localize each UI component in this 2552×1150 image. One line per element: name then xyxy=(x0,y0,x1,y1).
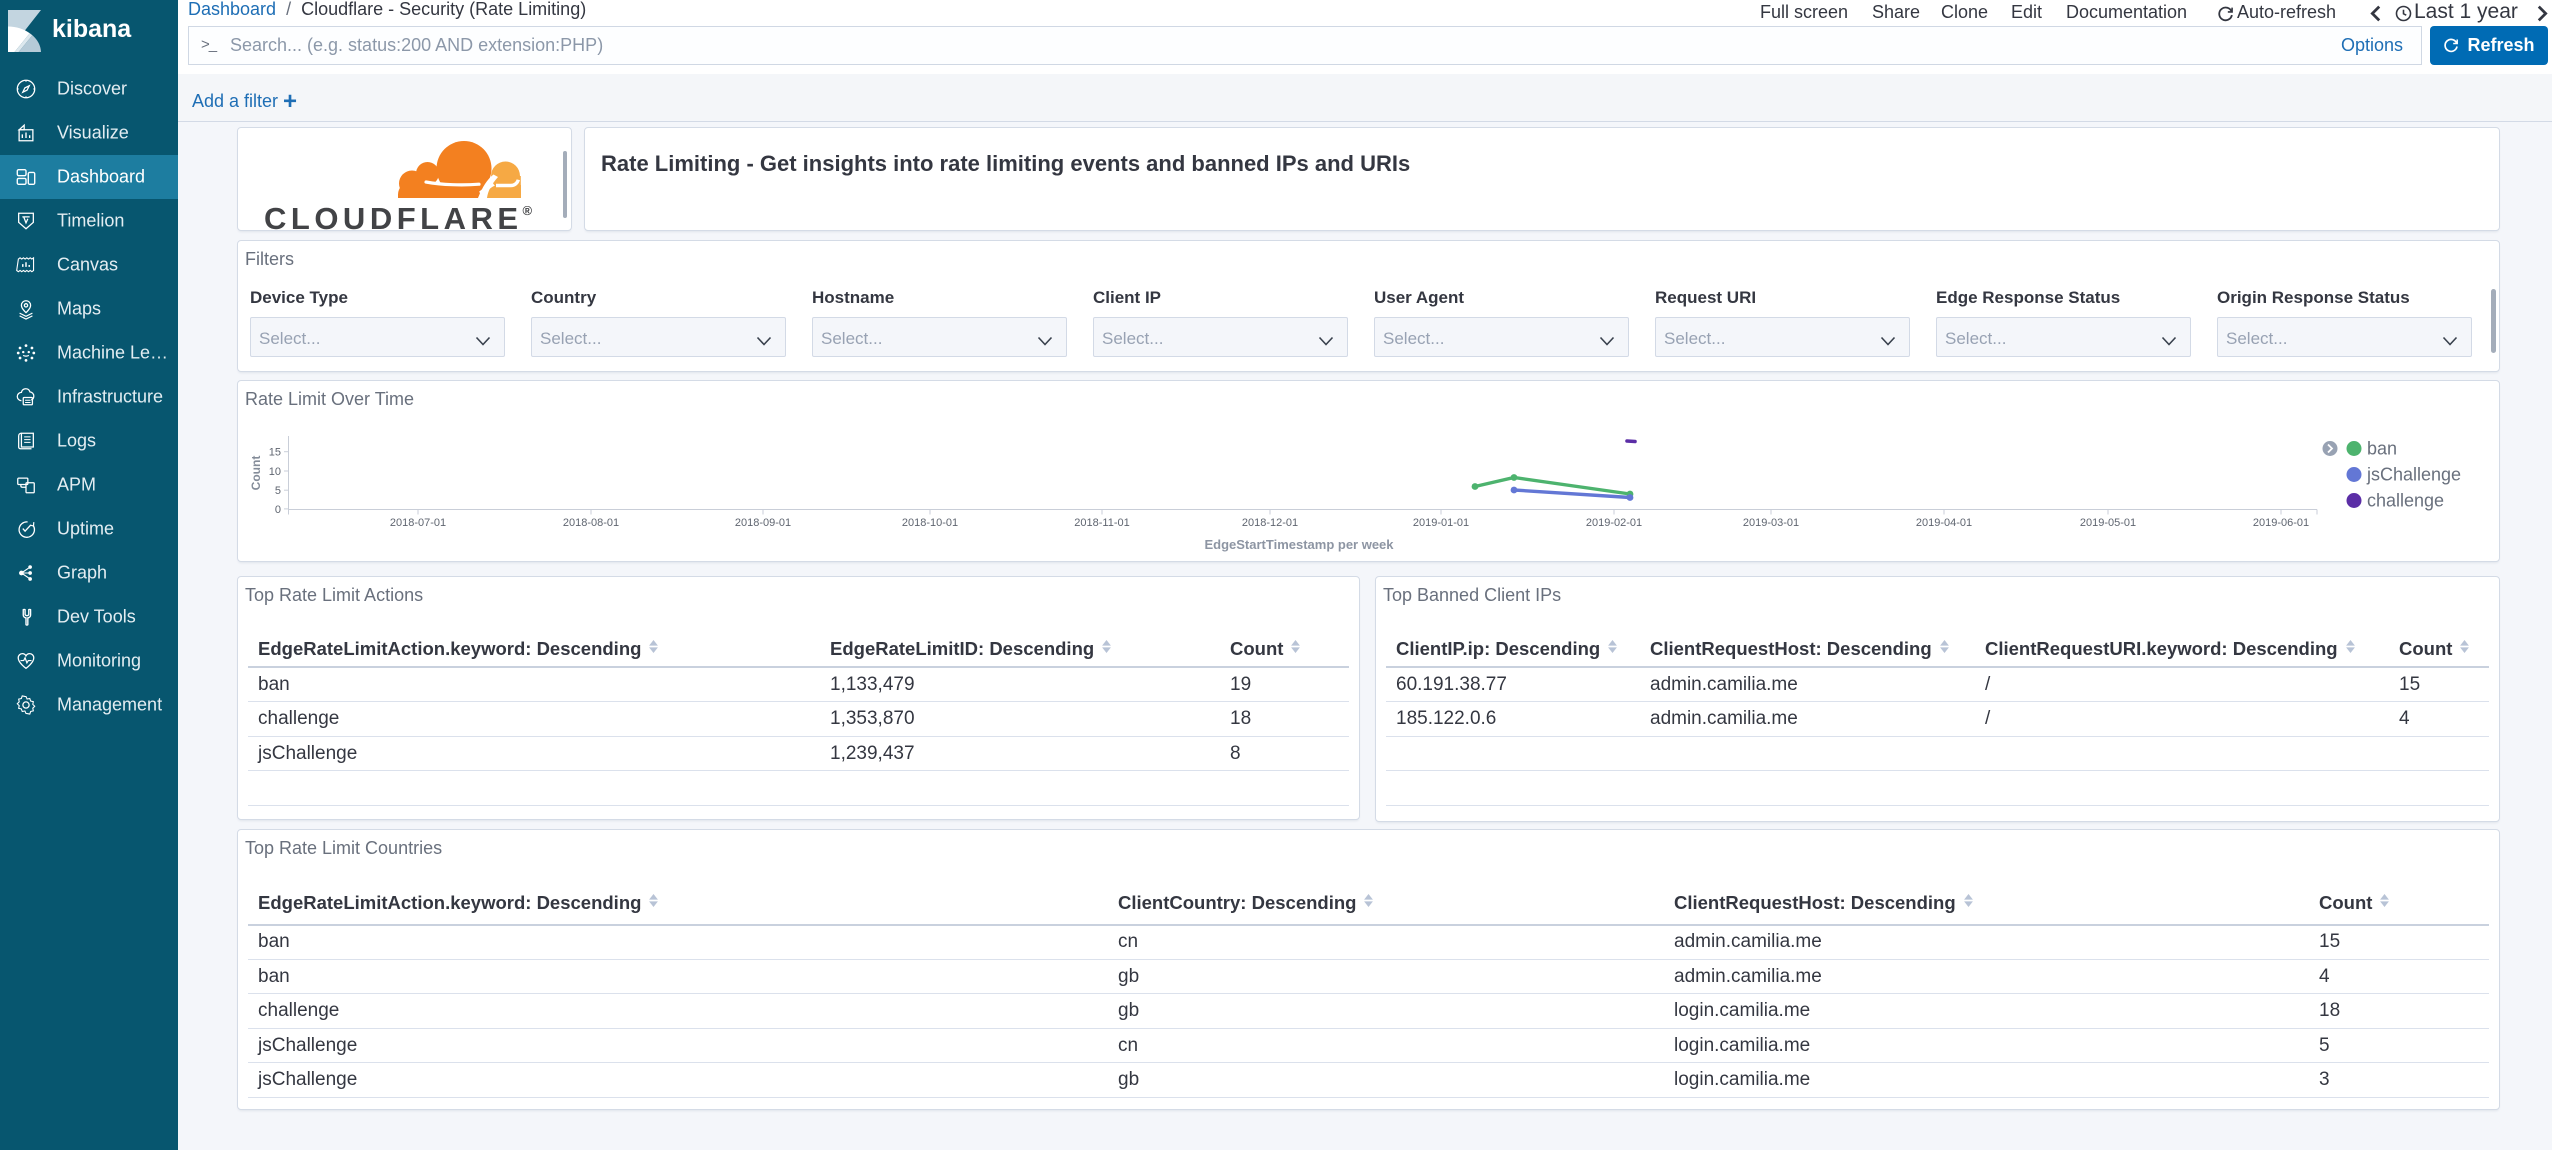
svg-text:15: 15 xyxy=(269,447,281,459)
svg-text:2019-06-01: 2019-06-01 xyxy=(2253,517,2309,529)
svg-text:jsChallenge: jsChallenge xyxy=(2366,465,2461,485)
svg-text:5: 5 xyxy=(275,485,281,497)
svg-text:10: 10 xyxy=(269,466,281,478)
svg-text:2018-07-01: 2018-07-01 xyxy=(390,517,446,529)
svg-text:2018-10-01: 2018-10-01 xyxy=(902,517,958,529)
svg-text:2019-04-01: 2019-04-01 xyxy=(1916,517,1972,529)
svg-text:2018-08-01: 2018-08-01 xyxy=(563,517,619,529)
svg-text:2018-11-01: 2018-11-01 xyxy=(1074,517,1129,529)
svg-text:2019-02-01: 2019-02-01 xyxy=(1586,517,1642,529)
svg-text:2019-03-01: 2019-03-01 xyxy=(1743,517,1799,529)
svg-text:0: 0 xyxy=(275,504,281,516)
svg-text:Count: Count xyxy=(249,456,263,491)
svg-text:2018-09-01: 2018-09-01 xyxy=(735,517,791,529)
svg-text:2019-05-01: 2019-05-01 xyxy=(2080,517,2136,529)
svg-text:2019-01-01: 2019-01-01 xyxy=(1413,517,1469,529)
svg-text:challenge: challenge xyxy=(2367,491,2444,511)
svg-text:ban: ban xyxy=(2367,439,2397,459)
svg-text:2018-12-01: 2018-12-01 xyxy=(1242,517,1298,529)
svg-text:EdgeStartTimestamp per week: EdgeStartTimestamp per week xyxy=(1204,537,1394,552)
